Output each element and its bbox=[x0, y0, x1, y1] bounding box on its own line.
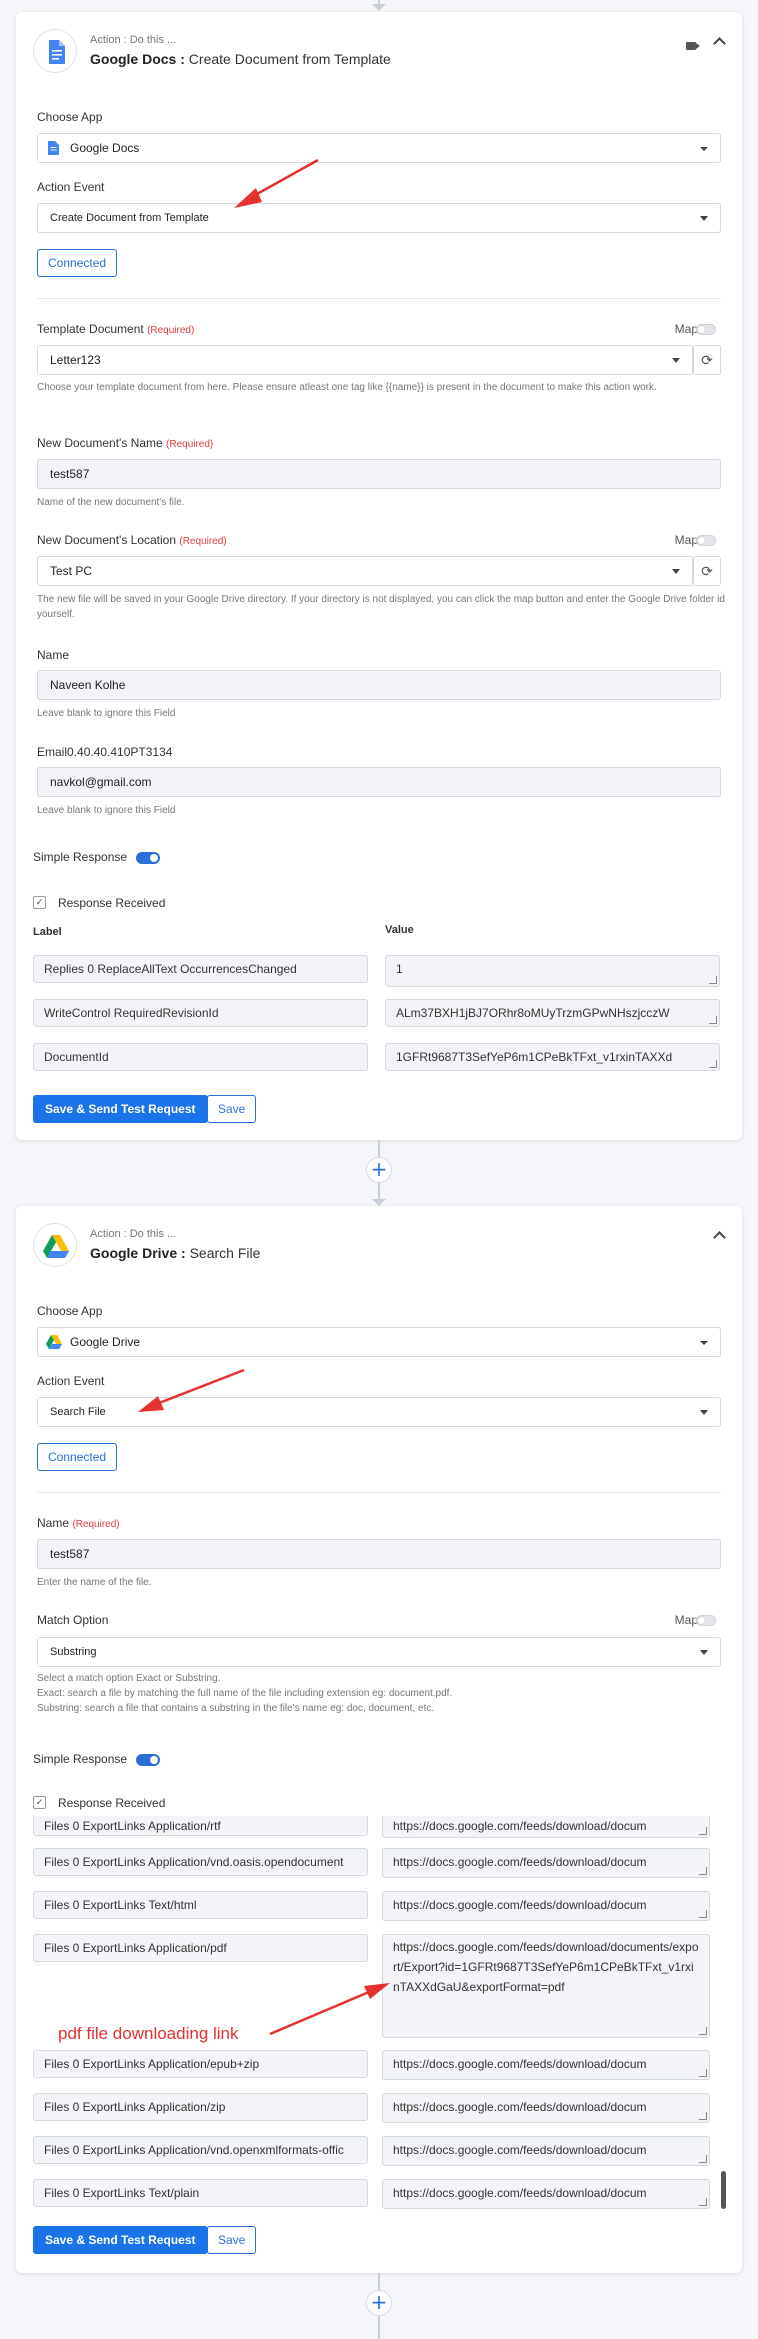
response-row-value[interactable]: https://docs.google.com/feeds/download/d… bbox=[382, 2179, 710, 2209]
save-button[interactable]: Save bbox=[207, 2226, 257, 2254]
response-row-value[interactable]: https://docs.google.com/feeds/download/d… bbox=[382, 2136, 710, 2166]
add-step-button[interactable]: + bbox=[366, 2290, 392, 2316]
response-row-label: Files 0 ExportLinks Application/vnd.open… bbox=[33, 2136, 368, 2164]
resize-handle-icon[interactable] bbox=[699, 2198, 707, 2206]
resize-handle-icon[interactable] bbox=[699, 2155, 707, 2163]
save-and-send-test-button[interactable]: Save & Send Test Request bbox=[33, 2226, 208, 2254]
resize-handle-icon[interactable] bbox=[699, 2112, 707, 2120]
scrollbar-thumb[interactable] bbox=[721, 2171, 726, 2209]
annotation-arrow bbox=[269, 1983, 390, 2036]
response-row-label: Files 0 ExportLinks Text/plain bbox=[33, 2179, 368, 2207]
